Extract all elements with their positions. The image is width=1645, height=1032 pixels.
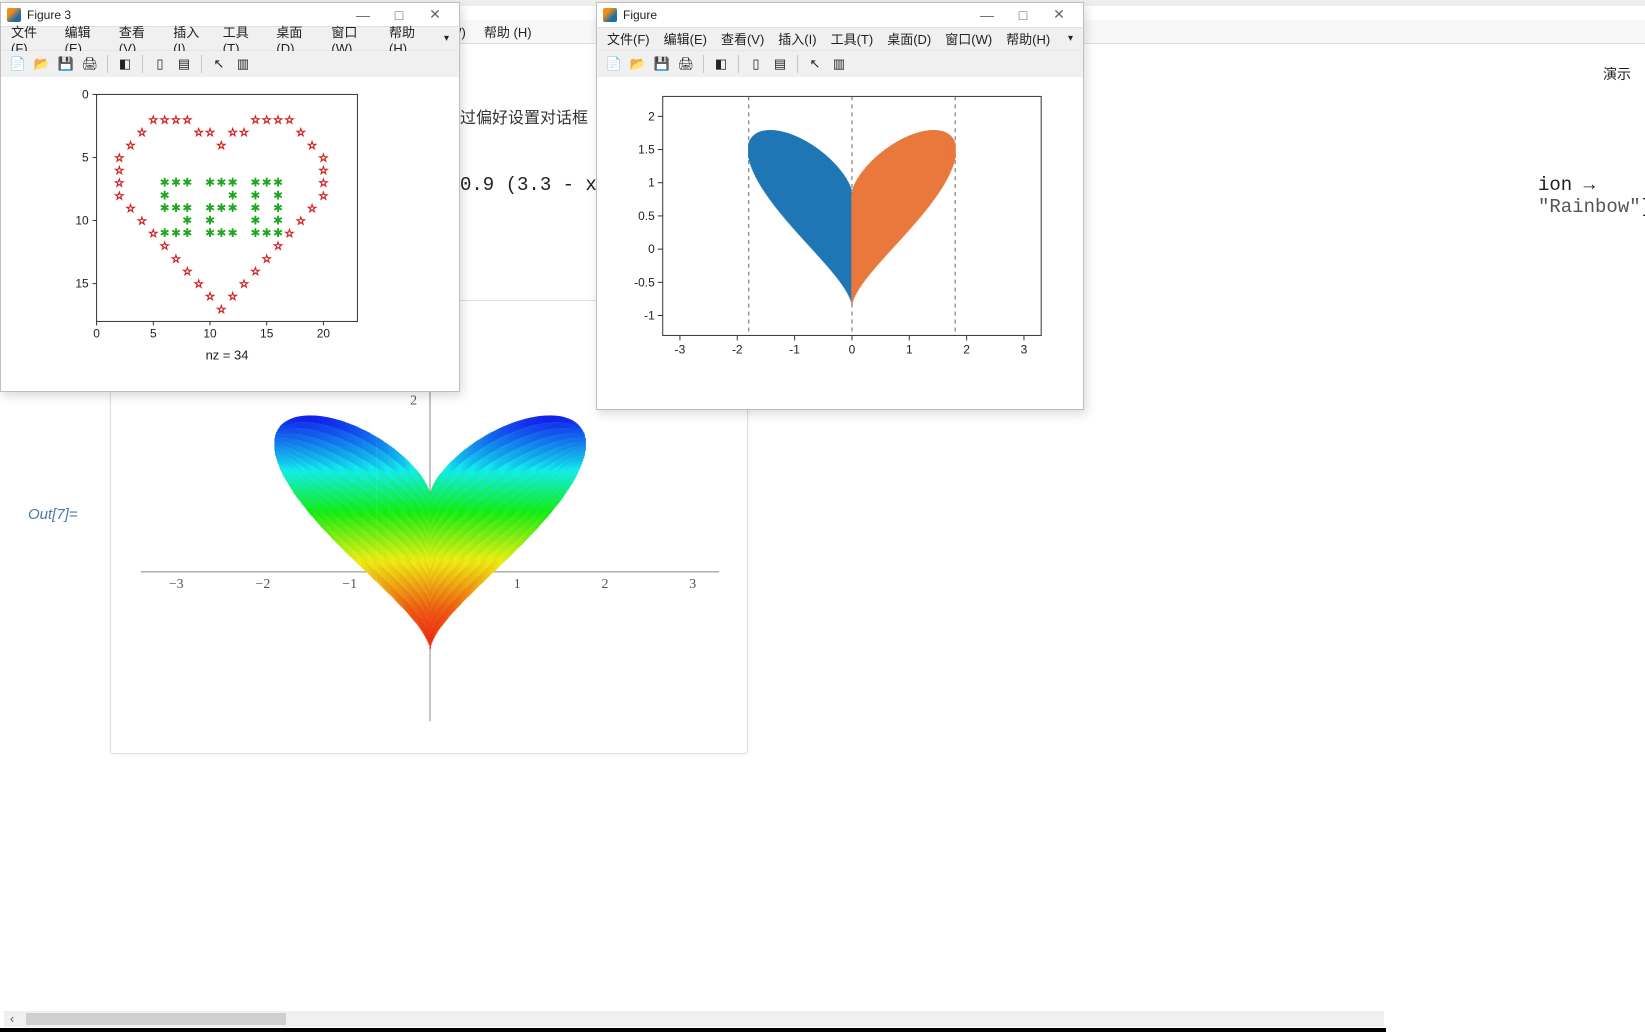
svg-text:2: 2: [601, 577, 608, 592]
new-icon[interactable]: 📄: [605, 55, 623, 73]
menu-view[interactable]: 查看(V): [721, 29, 764, 48]
save-icon[interactable]: 💾: [57, 55, 75, 73]
horizontal-scrollbar[interactable]: ‹: [4, 1011, 1384, 1027]
figure-axes[interactable]: -3-2-10123 -1-0.500.511.52: [597, 77, 1083, 409]
matlab-figure-window[interactable]: Figure — □ ✕ 文件(F) 编辑(E) 查看(V) 插入(I) 工具(…: [596, 2, 1084, 410]
open-icon[interactable]: 📂: [33, 55, 51, 73]
open-icon[interactable]: 📂: [629, 55, 647, 73]
menu-help[interactable]: 帮助(H): [1006, 29, 1050, 48]
print-icon[interactable]: 🖨: [677, 55, 695, 73]
close-icon[interactable]: ✕: [1041, 6, 1077, 23]
menu-overflow-icon[interactable]: ▾: [444, 33, 449, 44]
matlab-app-icon: [7, 8, 21, 22]
svg-text:−3: −3: [169, 577, 184, 592]
minimize-icon[interactable]: —: [345, 7, 381, 23]
figure3-menubar[interactable]: 文件(F) 编辑(E) 查看(V) 插入(I) 工具(T) 桌面(D) 窗口(W…: [1, 27, 459, 51]
figure-menubar[interactable]: 文件(F) 编辑(E) 查看(V) 插入(I) 工具(T) 桌面(D) 窗口(W…: [597, 28, 1083, 51]
matlab-figure3-window[interactable]: Figure 3 — □ ✕ 文件(F) 编辑(E) 查看(V) 插入(I) 工…: [0, 2, 460, 392]
edit-plot-icon[interactable]: ▥: [830, 55, 848, 73]
svg-text:3: 3: [689, 577, 696, 592]
maximize-icon[interactable]: □: [1005, 7, 1041, 23]
menu-edit[interactable]: 编辑(E): [664, 29, 707, 48]
save-icon[interactable]: 💾: [653, 55, 671, 73]
link-icon[interactable]: ▯: [151, 55, 169, 73]
menu-desktop[interactable]: 桌面(D): [887, 29, 931, 48]
figure3-title: Figure 3: [27, 8, 345, 22]
dock-icon[interactable]: ◧: [712, 55, 730, 73]
code-frag-left: 0.9 (3.3 - x^: [460, 174, 608, 196]
code-frag-tail: ],: [1641, 196, 1645, 218]
svg-text:−1: −1: [342, 577, 357, 592]
insert-legend-icon[interactable]: ▤: [175, 55, 193, 73]
print-icon[interactable]: 🖨: [81, 55, 99, 73]
out-label: Out[7]=: [28, 506, 78, 523]
bg-menu-item[interactable]: 帮助 (H): [484, 22, 532, 41]
scrollbar-thumb[interactable]: [26, 1013, 286, 1025]
insert-legend-icon[interactable]: ▤: [771, 55, 789, 73]
figure-toolbar[interactable]: 📄 📂 💾 🖨 ◧ ▯ ▤ ↖ ▥: [597, 51, 1083, 78]
minimize-icon[interactable]: —: [969, 7, 1005, 23]
code-line[interactable]: 0.9 (3.3 - x^ ion → "Rainbow"],: [460, 174, 608, 196]
close-icon[interactable]: ✕: [417, 6, 453, 23]
matlab-app-icon: [603, 8, 617, 22]
menu-insert[interactable]: 插入(I): [778, 29, 816, 48]
menu-overflow-icon[interactable]: ▾: [1068, 33, 1073, 44]
banner-text: 过偏好设置对话框: [460, 104, 588, 128]
new-icon[interactable]: 📄: [9, 55, 27, 73]
figure3-axes[interactable]: 05101520 051015 ☆☆☆☆☆☆☆☆☆☆☆☆☆☆☆☆☆☆☆☆☆☆☆☆…: [1, 77, 459, 391]
link-icon[interactable]: ▯: [747, 55, 765, 73]
scroll-left-icon[interactable]: ‹: [4, 1011, 20, 1027]
menu-window[interactable]: 窗口(W): [945, 29, 992, 48]
figure3-toolbar[interactable]: 📄 📂 💾 🖨 ◧ ▯ ▤ ↖ ▥: [1, 51, 459, 77]
svg-text:−2: −2: [256, 577, 271, 592]
code-frag-ion: ion →: [1538, 174, 1595, 196]
menu-tools[interactable]: 工具(T): [831, 29, 874, 48]
svg-text:1: 1: [514, 577, 521, 592]
svg-text:2: 2: [410, 393, 417, 408]
edit-plot-icon[interactable]: ▥: [234, 55, 252, 73]
figure-titlebar[interactable]: Figure — □ ✕: [597, 3, 1083, 28]
taskbar-sliver: [0, 1028, 1386, 1032]
pointer-icon[interactable]: ↖: [210, 55, 228, 73]
menu-file[interactable]: 文件(F): [607, 29, 650, 48]
code-frag-rainbow: "Rainbow": [1538, 196, 1641, 218]
demo-label[interactable]: 演示: [1603, 64, 1631, 84]
dock-icon[interactable]: ◧: [116, 55, 134, 73]
pointer-icon[interactable]: ↖: [806, 55, 824, 73]
maximize-icon[interactable]: □: [381, 7, 417, 23]
figure-title: Figure: [623, 8, 969, 22]
